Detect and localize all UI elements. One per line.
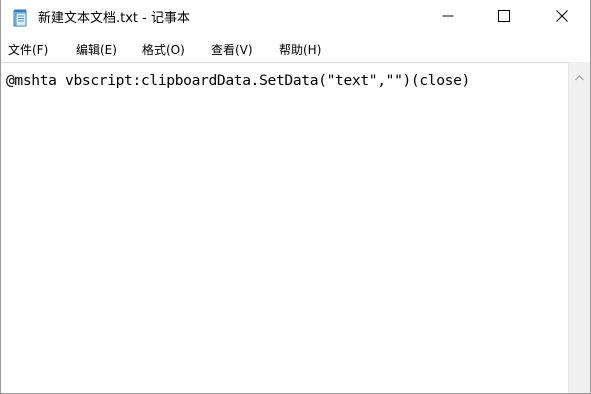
menu-bar: 文件(F) 编辑(E) 格式(O) 查看(V) 帮助(H) [1, 37, 590, 61]
text-editor-area[interactable]: @mshta vbscript:clipboardData.SetData("t… [1, 62, 568, 393]
editor-text-line[interactable]: @mshta vbscript:clipboardData.SetData("t… [6, 71, 470, 90]
maximize-button[interactable] [481, 0, 527, 32]
menu-help[interactable]: 帮助(H) [279, 41, 321, 59]
window-title: 新建文本文档.txt - 记事本 [38, 11, 190, 26]
close-icon [556, 7, 568, 26]
title-bar[interactable]: 新建文本文档.txt - 记事本 [1, 0, 590, 37]
notepad-icon[interactable] [13, 9, 28, 27]
menu-format[interactable]: 格式(O) [142, 41, 185, 59]
minimize-icon [442, 7, 454, 26]
notepad-window: 新建文本文档.txt - 记事本 文件(F) 编辑(E) 格式(O) 查看(V)… [0, 0, 591, 394]
maximize-icon [498, 7, 510, 26]
close-button[interactable] [539, 0, 585, 32]
menu-file[interactable]: 文件(F) [8, 41, 48, 59]
menu-view[interactable]: 查看(V) [211, 41, 253, 59]
vertical-scrollbar[interactable] [568, 62, 590, 393]
scroll-up-button[interactable] [569, 62, 590, 88]
minimize-button[interactable] [425, 0, 471, 32]
menu-edit[interactable]: 编辑(E) [76, 41, 117, 59]
chevron-up-icon [575, 66, 584, 85]
